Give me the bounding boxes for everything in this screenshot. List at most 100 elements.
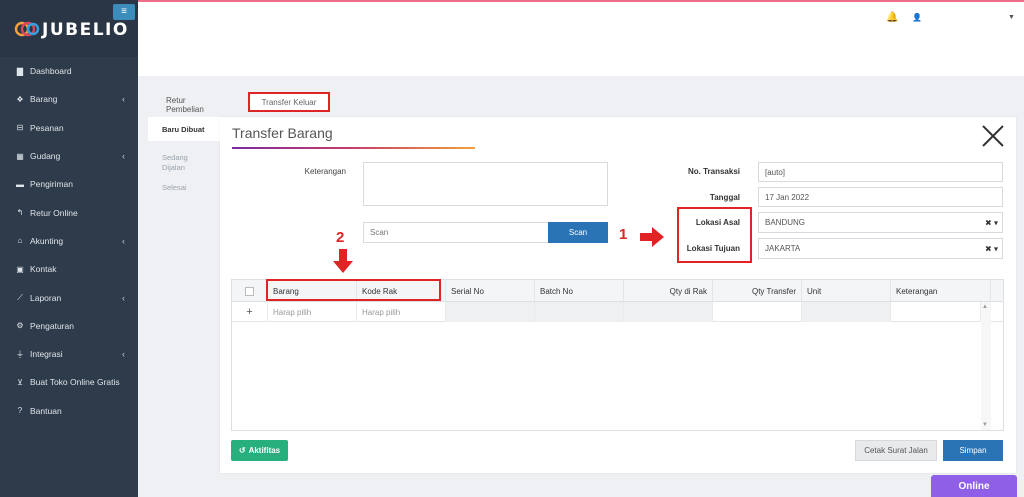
chart-icon: ▇ bbox=[16, 66, 24, 76]
scroll-up-icon[interactable]: ▲ bbox=[982, 304, 988, 310]
tanggal-label: Tanggal bbox=[709, 193, 740, 202]
col-unit[interactable]: Unit bbox=[802, 280, 891, 302]
clear-caret-icon[interactable]: ✖ ▾ bbox=[985, 244, 998, 253]
sidebar-item-akunting[interactable]: ⌂ Akunting ‹ bbox=[0, 227, 138, 255]
hamburger-icon: ≡ bbox=[121, 6, 127, 17]
sidebar-item-pengiriman[interactable]: ▬ Pengiriman bbox=[0, 170, 138, 198]
clear-caret-icon[interactable]: ✖ ▾ bbox=[985, 218, 998, 227]
scan-input[interactable] bbox=[363, 222, 549, 243]
sidebar-item-laporan[interactable]: ⟋ Laporan ‹ bbox=[0, 283, 138, 311]
sidebar-item-bantuan[interactable]: ? Bantuan bbox=[0, 397, 138, 425]
lokasi-asal-value: BANDUNG bbox=[765, 218, 806, 227]
no-transaksi-label: No. Transaksi bbox=[687, 167, 740, 176]
arrow-right-icon bbox=[640, 227, 664, 247]
reply-icon: ↰ bbox=[16, 208, 24, 218]
lokasi-tujuan-select[interactable]: JAKARTA ✖ ▾ bbox=[758, 238, 1003, 259]
user-icon[interactable]: 👤 bbox=[912, 13, 922, 22]
cell-kode-rak[interactable]: Harap pilih bbox=[357, 302, 446, 322]
cell-batch-no bbox=[535, 302, 624, 322]
chevron-left-icon: ‹ bbox=[122, 151, 125, 162]
cell-serial-no bbox=[446, 302, 535, 322]
bell-icon[interactable]: 🔔 bbox=[886, 12, 898, 23]
annotation-number-1: 1 bbox=[619, 226, 628, 243]
sidebar-item-barang[interactable]: ❖ Barang ‹ bbox=[0, 85, 138, 113]
page-title: Transfer Barang bbox=[232, 125, 333, 141]
no-transaksi-field[interactable]: [auto] bbox=[758, 162, 1003, 182]
aktifitas-button[interactable]: ↺ Aktifitas bbox=[231, 440, 288, 461]
cell-qty-di-rak bbox=[624, 302, 713, 322]
lokasi-asal-select[interactable]: BANDUNG ✖ ▾ bbox=[758, 212, 1003, 233]
tab-dijalan-label: Dijalan bbox=[162, 162, 185, 172]
keterangan-label: Keterangan bbox=[304, 167, 346, 176]
brand-name: JUBELIO bbox=[42, 20, 129, 40]
sidebar-item-kontak[interactable]: ▣ Kontak bbox=[0, 255, 138, 283]
sidebar-item-label: Retur Online bbox=[30, 207, 78, 218]
tab-baru-dibuat[interactable]: Baru Dibuat bbox=[148, 117, 220, 141]
col-keterangan[interactable]: Keterangan bbox=[891, 280, 991, 302]
highlight-box-lokasi bbox=[677, 207, 752, 263]
items-grid: Barang Kode Rak Serial No Batch No Qty d… bbox=[231, 279, 1004, 431]
question-icon: ? bbox=[17, 406, 23, 416]
menu-toggle-button[interactable]: ≡ bbox=[113, 4, 135, 20]
line-chart-icon: ⟋ bbox=[17, 292, 23, 302]
online-chat-button[interactable]: Online bbox=[931, 475, 1017, 497]
select-all-checkbox[interactable] bbox=[245, 286, 254, 296]
tab-transfer-keluar[interactable]: Transfer Keluar bbox=[248, 92, 330, 112]
status-tabs: Baru Dibuat Sedang Dijalan Selesai bbox=[148, 117, 220, 473]
top-header: 🔔 👤 ▼ bbox=[138, 0, 1024, 76]
cetak-surat-jalan-button[interactable]: Cetak Surat Jalan bbox=[855, 440, 937, 461]
sidebar-item-label: Dashboard bbox=[30, 66, 72, 77]
scroll-down-icon[interactable]: ▼ bbox=[982, 422, 988, 428]
highlight-box-columns bbox=[266, 279, 441, 301]
scan-button[interactable]: Scan bbox=[548, 222, 608, 243]
chevron-left-icon: ‹ bbox=[122, 94, 125, 105]
keterangan-field[interactable] bbox=[363, 162, 608, 206]
sidebar-item-pesanan[interactable]: ⊟ Pesanan bbox=[0, 114, 138, 142]
cogs-icon: ⚙ bbox=[16, 321, 24, 331]
sidebar-item-dashboard[interactable]: ▇ Dashboard bbox=[0, 57, 138, 85]
sidebar-item-label: Laporan bbox=[30, 292, 62, 303]
add-row-icon[interactable]: + bbox=[232, 302, 268, 322]
brand-header: JUBELIO ≡ bbox=[0, 0, 138, 57]
sidebar-item-label: Buat Toko Online Gratis bbox=[30, 377, 120, 388]
cell-keterangan[interactable] bbox=[891, 302, 981, 322]
sidebar-item-pengaturan[interactable]: ⚙ Pengaturan bbox=[0, 312, 138, 340]
tanggal-field[interactable]: 17 Jan 2022 bbox=[758, 187, 1003, 207]
grid-scrollbar[interactable]: ▲ ▼ bbox=[981, 302, 991, 430]
sidebar-item-label: Barang bbox=[30, 94, 58, 105]
caret-down-icon[interactable]: ▼ bbox=[1008, 14, 1015, 21]
annotation-number-2: 2 bbox=[336, 229, 345, 246]
close-icon[interactable] bbox=[980, 123, 1006, 149]
table-row: + Harap pilih Harap pilih bbox=[232, 302, 1003, 322]
title-underline bbox=[232, 147, 475, 149]
col-qty-di-rak[interactable]: Qty di Rak bbox=[624, 280, 713, 302]
sidebar-item-integrasi[interactable]: ⏚ Integrasi ‹ bbox=[0, 340, 138, 368]
tab-sedang-label: Sedang bbox=[162, 153, 188, 162]
truck-icon: ▬ bbox=[16, 179, 24, 189]
tab-sedang-dijalan[interactable]: Sedang Dijalan bbox=[148, 141, 220, 172]
sidebar-item-label: Pengiriman bbox=[30, 179, 73, 190]
sidebar-item-buat-toko-online-gratis[interactable]: ⊻ Buat Toko Online Gratis bbox=[0, 368, 138, 396]
col-serial-no[interactable]: Serial No bbox=[446, 280, 535, 302]
jubelio-logo-icon bbox=[14, 21, 40, 37]
cell-unit bbox=[802, 302, 891, 322]
sidebar-item-gudang[interactable]: ▦ Gudang ‹ bbox=[0, 142, 138, 170]
tab-selesai[interactable]: Selesai bbox=[148, 175, 220, 199]
col-batch-no[interactable]: Batch No bbox=[535, 280, 624, 302]
basket-icon: ⊟ bbox=[16, 123, 24, 133]
history-icon: ↺ bbox=[238, 446, 246, 455]
sidebar: JUBELIO ≡ ▇ Dashboard ❖ Barang ‹ ⊟ Pesanan ▦ Gud… bbox=[0, 0, 138, 497]
select-all-cell bbox=[232, 280, 268, 302]
chevron-left-icon: ‹ bbox=[122, 292, 125, 303]
sidebar-item-retur-online[interactable]: ↰ Retur Online bbox=[0, 198, 138, 226]
sidebar-item-label: Gudang bbox=[30, 151, 61, 162]
save-button[interactable]: Simpan bbox=[943, 440, 1003, 461]
col-qty-transfer[interactable]: Qty Transfer bbox=[713, 280, 802, 302]
tab-retur-pembelian[interactable]: Retur Pembelian bbox=[162, 96, 208, 114]
cart-icon: ⊻ bbox=[17, 377, 23, 387]
cell-qty-transfer[interactable] bbox=[713, 302, 802, 322]
cell-barang[interactable]: Harap pilih bbox=[268, 302, 357, 322]
sidebar-item-label: Pesanan bbox=[30, 122, 64, 133]
lokasi-tujuan-value: JAKARTA bbox=[765, 244, 801, 253]
sidebar-item-label: Bantuan bbox=[30, 405, 62, 416]
